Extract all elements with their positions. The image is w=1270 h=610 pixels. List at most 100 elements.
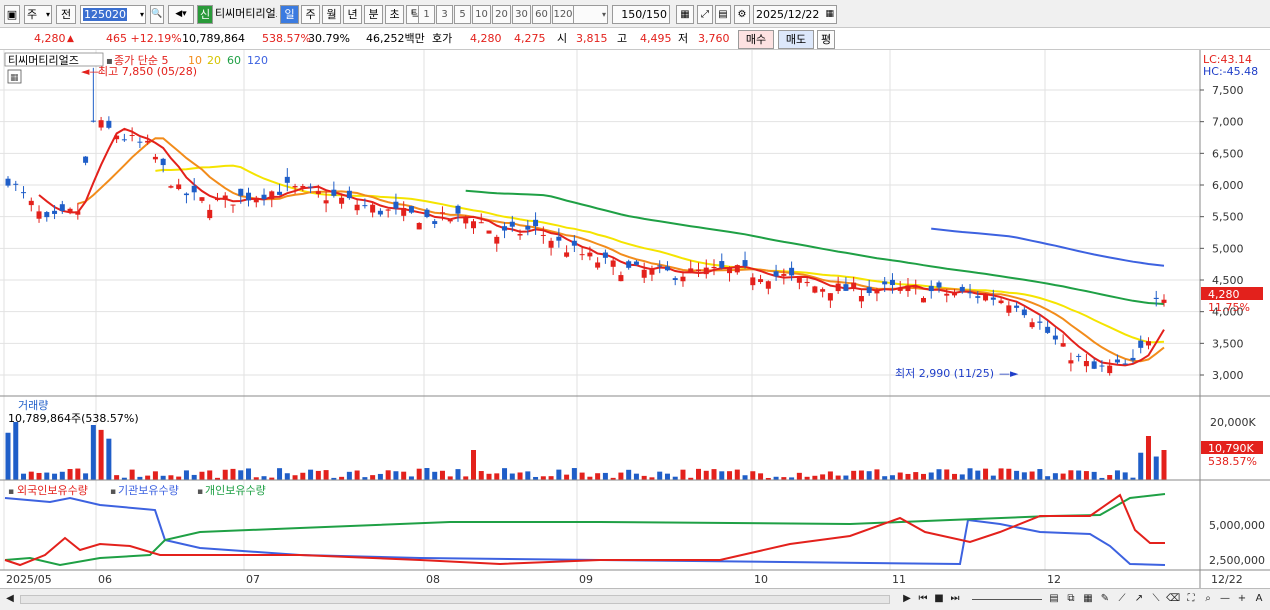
line-tool-icon[interactable]: ⟋ [1115,592,1129,606]
prev-button[interactable]: 전 [56,5,76,24]
minute-select[interactable]: ▾ [570,5,608,24]
candle-body [564,252,570,257]
copy-icon[interactable]: ⧉ [1064,592,1078,606]
volume-bar [664,473,670,480]
candle-body [67,208,73,212]
candle-body [362,205,368,207]
candle-body [789,267,795,276]
period-tab-0[interactable]: 일 [280,5,299,24]
volume-bar [579,472,585,480]
rewind-icon[interactable]: ⏮ [916,592,930,606]
volume-bar [889,475,895,480]
volume-bar [1037,469,1043,480]
minute-option-3[interactable]: 10 [472,5,491,24]
candle-body [812,286,818,293]
save-icon[interactable]: ▤ [715,5,731,24]
buy-button[interactable]: 매수 [738,30,774,49]
grid-icon[interactable]: ▦ [676,5,694,24]
speaker-icon[interactable]: ◀▾ [168,5,194,24]
candle-body [1083,361,1089,367]
candle-body [447,220,453,222]
crosshair-icon[interactable]: ⤢ [697,5,713,24]
candle-body [742,260,748,267]
avg-button[interactable]: 평 [817,30,835,49]
minute-option-6[interactable]: 60 [532,5,551,24]
candle-body [300,186,306,188]
expand-icon[interactable]: ⛶ [1184,592,1198,606]
candle-body [765,281,771,289]
zoom-out-icon[interactable]: — [1218,592,1232,606]
scroll-left-icon[interactable]: ◀ [3,592,17,606]
period-tab-4[interactable]: 분 [364,5,383,24]
candle-body [478,222,484,224]
open-value: 3,815 [576,32,608,45]
trend-tool-icon[interactable]: ⟍ [1149,592,1163,606]
candle-body [401,208,407,216]
candle-body [222,195,228,200]
candle-body [75,211,81,215]
stop-icon[interactable]: ■ [932,592,946,606]
zoom-icon[interactable]: ⌕ [1201,592,1215,606]
candle-body [928,285,934,292]
candle-body [602,252,608,258]
minute-option-4[interactable]: 20 [492,5,511,24]
volume-bar [564,474,570,480]
search-icon[interactable]: 🔍 [150,5,164,24]
zoom-in-icon[interactable]: + [1235,592,1249,606]
candle-body [610,260,616,267]
period-tab-2[interactable]: 월 [322,5,341,24]
volume-bar [517,472,523,480]
pen-icon[interactable]: ✎ [1098,592,1112,606]
count-input[interactable]: 150/150 [612,5,670,24]
font-size-icon[interactable]: A [1252,592,1266,606]
candle-body [106,120,112,128]
candle-body [680,276,686,282]
candle-body [346,190,352,199]
minute-option-7[interactable]: 120 [552,5,574,24]
date-input[interactable]: 2025/12/22 ▦ [753,5,837,24]
volume-bar [21,473,27,480]
fast-forward-icon[interactable]: ⏭ [948,592,962,606]
volume-bar [858,470,864,480]
candle-body [315,191,321,194]
candle-body [323,200,329,204]
scrollbar[interactable] [20,595,890,604]
candle-body [28,200,34,206]
zoom-slider[interactable] [972,599,1042,600]
stock-code-input[interactable]: 125020 ▾ [80,5,146,24]
volume-bar [284,473,290,480]
chart-type-icon[interactable]: ▤ [1047,592,1061,606]
arrow-tool-icon[interactable]: ↗ [1132,592,1146,606]
volume-last-value: 10,790K [1208,442,1254,455]
volume-bar [657,471,663,480]
minute-option-0[interactable]: 1 [418,5,435,24]
period-tab-5[interactable]: 초 [385,5,404,24]
minute-option-2[interactable]: 5 [454,5,471,24]
market-type-select[interactable]: 주 ▾ [24,5,52,24]
erase-icon[interactable]: ⌫ [1166,592,1180,606]
candle-body [393,201,399,209]
candle-body [199,197,205,201]
volume-bar [408,476,414,480]
stock-chart[interactable]: 티씨머티리얼즈 ▪ 종가 단순 5 10 20 60 120 ▦ ◄— 최고 7… [0,50,1270,588]
volume-bar [936,469,942,480]
volume-bar [1083,471,1089,480]
minute-option-1[interactable]: 3 [436,5,453,24]
play-icon[interactable]: ▶ [900,592,914,606]
chevron-down-icon: ▾ [601,10,606,19]
volume-bar [1145,436,1151,480]
candle-body [21,192,27,194]
candle-body [246,192,252,201]
period-tab-1[interactable]: 주 [301,5,320,24]
sell-button[interactable]: 매도 [778,30,814,49]
volume-bar [106,438,112,480]
candle-body [1068,360,1074,364]
layout-icon[interactable]: ▣ [4,5,20,24]
gear-icon[interactable]: ⚙ [734,5,750,24]
candle-body [641,269,647,278]
count-value: 150 [621,8,643,21]
min-arrow-icon: —► [999,367,1019,380]
minute-option-5[interactable]: 30 [512,5,531,24]
table-icon[interactable]: ▦ [1081,592,1095,606]
period-tab-3[interactable]: 년 [343,5,362,24]
